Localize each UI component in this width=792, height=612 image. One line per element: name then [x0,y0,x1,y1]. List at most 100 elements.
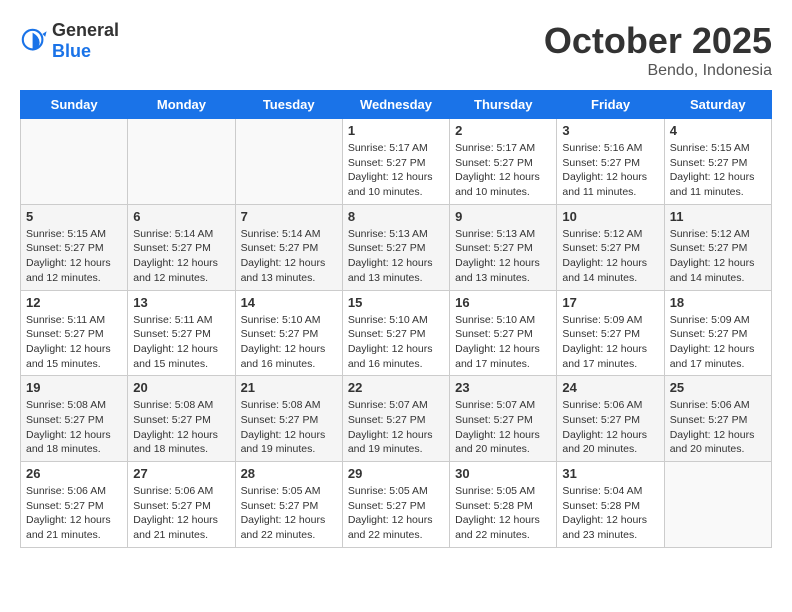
calendar-cell: 2 Sunrise: 5:17 AMSunset: 5:27 PMDaylight… [450,119,557,205]
logo-text: General Blue [52,20,119,62]
location: Bendo, Indonesia [544,62,772,80]
day-info: Sunrise: 5:10 AMSunset: 5:27 PMDaylight:… [348,313,444,372]
day-info: Sunrise: 5:15 AMSunset: 5:27 PMDaylight:… [26,227,122,286]
page-header: General Blue October 2025 Bendo, Indones… [20,20,772,80]
column-header-friday: Friday [557,91,664,119]
day-number: 21 [241,380,337,395]
week-row-4: 19Sunrise: 5:08 AMSunset: 5:27 PMDayligh… [21,376,772,462]
calendar-cell: 18 Sunrise: 5:09 AMSunset: 5:27 PMDayligh… [664,290,771,376]
calendar-cell: 10 Sunrise: 5:12 AMSunset: 5:27 PMDayligh… [557,204,664,290]
day-number: 16 [455,295,551,310]
day-number: 14 [241,295,337,310]
day-number: 23 [455,380,551,395]
calendar-cell: 12Sunrise: 5:11 AMSunset: 5:27 PMDayligh… [21,290,128,376]
day-info: Sunrise: 5:06 AMSunset: 5:27 PMDaylight:… [133,484,229,543]
title-block: October 2025 Bendo, Indonesia [544,20,772,80]
day-info: Sunrise: 5:17 AMSunset: 5:27 PMDaylight:… [455,141,551,200]
day-info: Sunrise: 5:12 AMSunset: 5:27 PMDaylight:… [562,227,658,286]
day-number: 7 [241,209,337,224]
day-info: Sunrise: 5:14 AMSunset: 5:27 PMDaylight:… [133,227,229,286]
calendar-cell: 9Sunrise: 5:13 AMSunset: 5:27 PMDaylight… [450,204,557,290]
day-info: Sunrise: 5:12 AMSunset: 5:27 PMDaylight:… [670,227,766,286]
header-row: SundayMondayTuesdayWednesdayThursdayFrid… [21,91,772,119]
calendar-cell: 19Sunrise: 5:08 AMSunset: 5:27 PMDayligh… [21,376,128,462]
calendar-cell: 1 Sunrise: 5:17 AMSunset: 5:27 PMDaylight… [342,119,449,205]
day-info: Sunrise: 5:10 AMSunset: 5:27 PMDaylight:… [455,313,551,372]
calendar-cell [21,119,128,205]
day-number: 6 [133,209,229,224]
calendar-cell: 16 Sunrise: 5:10 AMSunset: 5:27 PMDayligh… [450,290,557,376]
day-number: 15 [348,295,444,310]
day-number: 13 [133,295,229,310]
day-number: 22 [348,380,444,395]
calendar-cell: 7 Sunrise: 5:14 AMSunset: 5:27 PMDaylight… [235,204,342,290]
day-info: Sunrise: 5:09 AMSunset: 5:27 PMDaylight:… [562,313,658,372]
calendar-cell: 3 Sunrise: 5:16 AMSunset: 5:27 PMDaylight… [557,119,664,205]
column-header-monday: Monday [128,91,235,119]
calendar-cell: 28 Sunrise: 5:05 AMSunset: 5:27 PMDayligh… [235,462,342,548]
day-number: 3 [562,123,658,138]
day-number: 24 [562,380,658,395]
calendar-cell: 11 Sunrise: 5:12 AMSunset: 5:27 PMDayligh… [664,204,771,290]
day-info: Sunrise: 5:13 AMSunset: 5:27 PMDaylight:… [455,227,551,286]
week-row-1: 1 Sunrise: 5:17 AMSunset: 5:27 PMDaylight… [21,119,772,205]
logo-general: General [52,20,119,40]
calendar-cell: 23 Sunrise: 5:07 AMSunset: 5:27 PMDayligh… [450,376,557,462]
day-info: Sunrise: 5:15 AMSunset: 5:27 PMDaylight:… [670,141,766,200]
calendar-header: SundayMondayTuesdayWednesdayThursdayFrid… [21,91,772,119]
day-number: 8 [348,209,444,224]
day-info: Sunrise: 5:14 AMSunset: 5:27 PMDaylight:… [241,227,337,286]
calendar-cell: 25 Sunrise: 5:06 AMSunset: 5:27 PMDayligh… [664,376,771,462]
day-number: 31 [562,466,658,481]
calendar-cell: 29 Sunrise: 5:05 AMSunset: 5:27 PMDayligh… [342,462,449,548]
logo: General Blue [20,20,119,62]
logo-blue: Blue [52,41,91,61]
day-number: 10 [562,209,658,224]
calendar-cell: 20 Sunrise: 5:08 AMSunset: 5:27 PMDayligh… [128,376,235,462]
day-number: 26 [26,466,122,481]
calendar-cell: 21Sunrise: 5:08 AMSunset: 5:27 PMDayligh… [235,376,342,462]
day-number: 11 [670,209,766,224]
day-info: Sunrise: 5:07 AMSunset: 5:27 PMDaylight:… [348,398,444,457]
calendar-cell: 14 Sunrise: 5:10 AMSunset: 5:27 PMDayligh… [235,290,342,376]
calendar-cell: 8 Sunrise: 5:13 AMSunset: 5:27 PMDaylight… [342,204,449,290]
calendar-cell: 22 Sunrise: 5:07 AMSunset: 5:27 PMDayligh… [342,376,449,462]
column-header-saturday: Saturday [664,91,771,119]
day-number: 30 [455,466,551,481]
day-info: Sunrise: 5:06 AMSunset: 5:27 PMDaylight:… [26,484,122,543]
day-info: Sunrise: 5:05 AMSunset: 5:27 PMDaylight:… [241,484,337,543]
calendar-cell [235,119,342,205]
day-number: 29 [348,466,444,481]
day-number: 1 [348,123,444,138]
day-info: Sunrise: 5:10 AMSunset: 5:27 PMDaylight:… [241,313,337,372]
day-info: Sunrise: 5:04 AMSunset: 5:28 PMDaylight:… [562,484,658,543]
day-info: Sunrise: 5:16 AMSunset: 5:27 PMDaylight:… [562,141,658,200]
day-info: Sunrise: 5:06 AMSunset: 5:27 PMDaylight:… [670,398,766,457]
day-info: Sunrise: 5:09 AMSunset: 5:27 PMDaylight:… [670,313,766,372]
column-header-wednesday: Wednesday [342,91,449,119]
calendar-cell: 17Sunrise: 5:09 AMSunset: 5:27 PMDayligh… [557,290,664,376]
column-header-thursday: Thursday [450,91,557,119]
calendar-cell: 24Sunrise: 5:06 AMSunset: 5:27 PMDayligh… [557,376,664,462]
day-number: 2 [455,123,551,138]
day-number: 28 [241,466,337,481]
day-info: Sunrise: 5:08 AMSunset: 5:27 PMDaylight:… [26,398,122,457]
day-number: 12 [26,295,122,310]
logo-icon [20,27,48,55]
column-header-tuesday: Tuesday [235,91,342,119]
day-info: Sunrise: 5:13 AMSunset: 5:27 PMDaylight:… [348,227,444,286]
calendar-cell: 26 Sunrise: 5:06 AMSunset: 5:27 PMDayligh… [21,462,128,548]
day-info: Sunrise: 5:05 AMSunset: 5:27 PMDaylight:… [348,484,444,543]
calendar-cell: 31 Sunrise: 5:04 AMSunset: 5:28 PMDayligh… [557,462,664,548]
week-row-5: 26 Sunrise: 5:06 AMSunset: 5:27 PMDayligh… [21,462,772,548]
calendar-cell: 27Sunrise: 5:06 AMSunset: 5:27 PMDayligh… [128,462,235,548]
calendar-cell [664,462,771,548]
day-number: 20 [133,380,229,395]
day-info: Sunrise: 5:07 AMSunset: 5:27 PMDaylight:… [455,398,551,457]
day-number: 25 [670,380,766,395]
calendar-cell: 15 Sunrise: 5:10 AMSunset: 5:27 PMDayligh… [342,290,449,376]
week-row-2: 5Sunrise: 5:15 AMSunset: 5:27 PMDaylight… [21,204,772,290]
day-number: 18 [670,295,766,310]
day-info: Sunrise: 5:17 AMSunset: 5:27 PMDaylight:… [348,141,444,200]
day-info: Sunrise: 5:08 AMSunset: 5:27 PMDaylight:… [133,398,229,457]
